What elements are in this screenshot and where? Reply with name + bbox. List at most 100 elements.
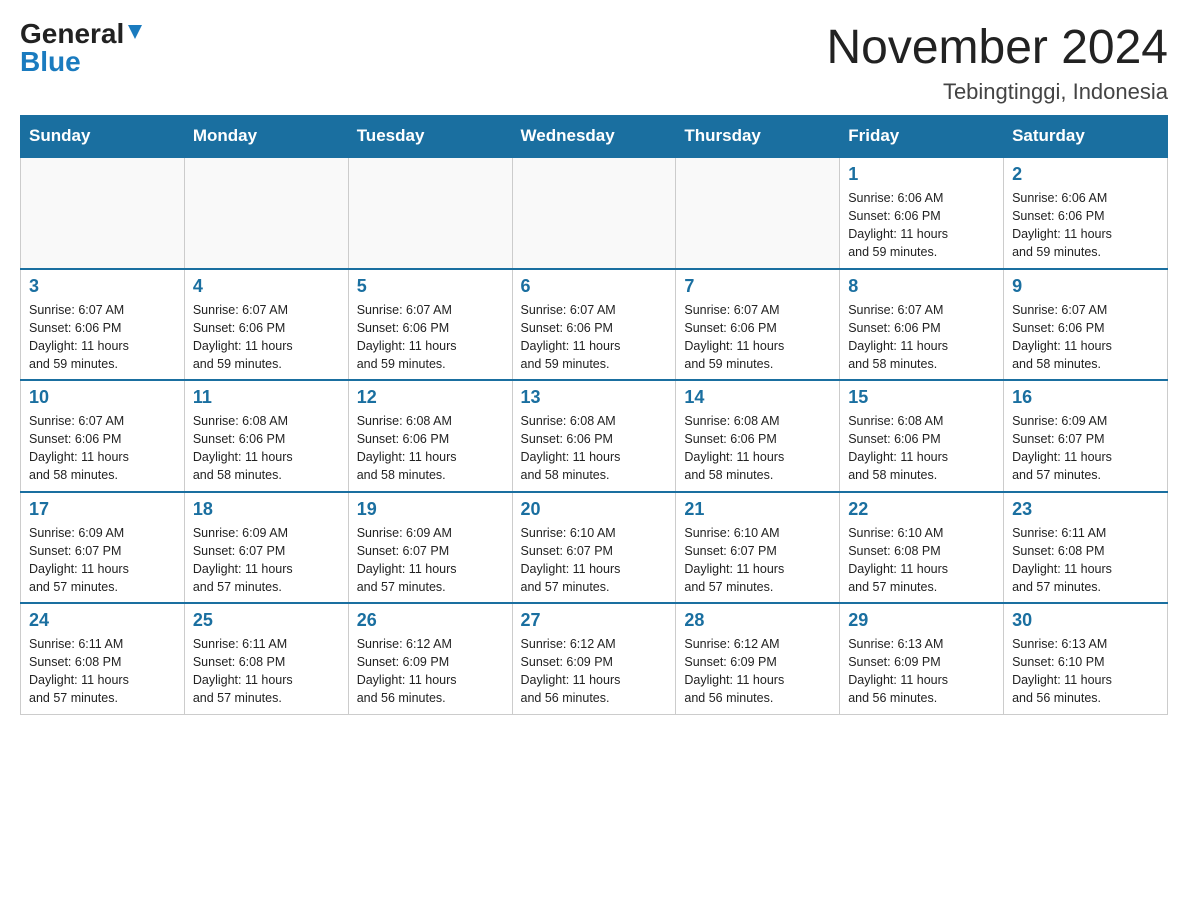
day-number: 3	[29, 276, 176, 297]
title-area: November 2024 Tebingtinggi, Indonesia	[826, 20, 1168, 105]
logo-blue-text: Blue	[20, 48, 81, 76]
day-info: Sunrise: 6:11 AM Sunset: 6:08 PM Dayligh…	[1012, 524, 1159, 597]
day-of-week-tuesday: Tuesday	[348, 116, 512, 158]
day-number: 9	[1012, 276, 1159, 297]
calendar-cell: 23Sunrise: 6:11 AM Sunset: 6:08 PM Dayli…	[1004, 492, 1168, 604]
day-info: Sunrise: 6:08 AM Sunset: 6:06 PM Dayligh…	[848, 412, 995, 485]
day-info: Sunrise: 6:08 AM Sunset: 6:06 PM Dayligh…	[193, 412, 340, 485]
day-number: 20	[521, 499, 668, 520]
calendar-cell: 9 Sunrise: 6:07 AM Sunset: 6:06 PM Daylig…	[1004, 269, 1168, 381]
day-info: Sunrise: 6:08 AM Sunset: 6:06 PM Dayligh…	[684, 412, 831, 485]
calendar-cell: 17Sunrise: 6:09 AM Sunset: 6:07 PM Dayli…	[21, 492, 185, 604]
day-number: 16	[1012, 387, 1159, 408]
day-number: 13	[521, 387, 668, 408]
calendar-cell: 1 Sunrise: 6:06 AM Sunset: 6:06 PM Daylig…	[840, 157, 1004, 269]
calendar-cell: 11 Sunrise: 6:08 AM Sunset: 6:06 PM Dayli…	[184, 380, 348, 492]
day-info: Sunrise: 6:07 AM Sunset: 6:06 PM Dayligh…	[193, 301, 340, 374]
location: Tebingtinggi, Indonesia	[826, 79, 1168, 105]
day-info: Sunrise: 6:12 AM Sunset: 6:09 PM Dayligh…	[521, 635, 668, 708]
day-number: 22	[848, 499, 995, 520]
calendar-cell: 3 Sunrise: 6:07 AM Sunset: 6:06 PM Daylig…	[21, 269, 185, 381]
day-info: Sunrise: 6:10 AM Sunset: 6:07 PM Dayligh…	[521, 524, 668, 597]
calendar-cell: 18 Sunrise: 6:09 AM Sunset: 6:07 PM Dayli…	[184, 492, 348, 604]
day-of-week-friday: Friday	[840, 116, 1004, 158]
day-number: 4	[193, 276, 340, 297]
calendar-cell: 10Sunrise: 6:07 AM Sunset: 6:06 PM Dayli…	[21, 380, 185, 492]
day-number: 1	[848, 164, 995, 185]
calendar-week-row: 17Sunrise: 6:09 AM Sunset: 6:07 PM Dayli…	[21, 492, 1168, 604]
calendar-cell: 15 Sunrise: 6:08 AM Sunset: 6:06 PM Dayli…	[840, 380, 1004, 492]
day-number: 12	[357, 387, 504, 408]
calendar-cell: 13 Sunrise: 6:08 AM Sunset: 6:06 PM Dayli…	[512, 380, 676, 492]
day-number: 7	[684, 276, 831, 297]
day-info: Sunrise: 6:13 AM Sunset: 6:09 PM Dayligh…	[848, 635, 995, 708]
day-info: Sunrise: 6:07 AM Sunset: 6:06 PM Dayligh…	[29, 301, 176, 374]
calendar-cell	[21, 157, 185, 269]
calendar-cell	[184, 157, 348, 269]
day-number: 19	[357, 499, 504, 520]
day-number: 15	[848, 387, 995, 408]
calendar-cell: 14 Sunrise: 6:08 AM Sunset: 6:06 PM Dayli…	[676, 380, 840, 492]
day-info: Sunrise: 6:06 AM Sunset: 6:06 PM Dayligh…	[848, 189, 995, 262]
logo: General Blue	[20, 20, 144, 76]
day-number: 5	[357, 276, 504, 297]
day-of-week-wednesday: Wednesday	[512, 116, 676, 158]
day-info: Sunrise: 6:07 AM Sunset: 6:06 PM Dayligh…	[521, 301, 668, 374]
day-info: Sunrise: 6:12 AM Sunset: 6:09 PM Dayligh…	[684, 635, 831, 708]
day-info: Sunrise: 6:07 AM Sunset: 6:06 PM Dayligh…	[848, 301, 995, 374]
day-info: Sunrise: 6:09 AM Sunset: 6:07 PM Dayligh…	[357, 524, 504, 597]
calendar-cell: 21 Sunrise: 6:10 AM Sunset: 6:07 PM Dayli…	[676, 492, 840, 604]
day-number: 11	[193, 387, 340, 408]
day-number: 2	[1012, 164, 1159, 185]
day-number: 18	[193, 499, 340, 520]
day-number: 27	[521, 610, 668, 631]
day-number: 25	[193, 610, 340, 631]
day-info: Sunrise: 6:07 AM Sunset: 6:06 PM Dayligh…	[1012, 301, 1159, 374]
calendar-week-row: 10Sunrise: 6:07 AM Sunset: 6:06 PM Dayli…	[21, 380, 1168, 492]
calendar-cell: 16Sunrise: 6:09 AM Sunset: 6:07 PM Dayli…	[1004, 380, 1168, 492]
day-info: Sunrise: 6:10 AM Sunset: 6:07 PM Dayligh…	[684, 524, 831, 597]
logo-triangle-icon	[126, 23, 144, 46]
day-of-week-saturday: Saturday	[1004, 116, 1168, 158]
calendar-cell: 25 Sunrise: 6:11 AM Sunset: 6:08 PM Dayli…	[184, 603, 348, 714]
calendar-week-row: 1 Sunrise: 6:06 AM Sunset: 6:06 PM Daylig…	[21, 157, 1168, 269]
day-info: Sunrise: 6:07 AM Sunset: 6:06 PM Dayligh…	[684, 301, 831, 374]
day-number: 14	[684, 387, 831, 408]
header: General Blue November 2024 Tebingtinggi,…	[20, 20, 1168, 105]
calendar-week-row: 3 Sunrise: 6:07 AM Sunset: 6:06 PM Daylig…	[21, 269, 1168, 381]
calendar-cell: 29Sunrise: 6:13 AM Sunset: 6:09 PM Dayli…	[840, 603, 1004, 714]
day-info: Sunrise: 6:06 AM Sunset: 6:06 PM Dayligh…	[1012, 189, 1159, 262]
day-of-week-monday: Monday	[184, 116, 348, 158]
day-number: 21	[684, 499, 831, 520]
day-info: Sunrise: 6:08 AM Sunset: 6:06 PM Dayligh…	[521, 412, 668, 485]
day-info: Sunrise: 6:11 AM Sunset: 6:08 PM Dayligh…	[29, 635, 176, 708]
logo-general-text: General	[20, 20, 124, 48]
day-of-week-thursday: Thursday	[676, 116, 840, 158]
calendar-cell: 20 Sunrise: 6:10 AM Sunset: 6:07 PM Dayli…	[512, 492, 676, 604]
calendar-cell	[512, 157, 676, 269]
calendar-cell	[676, 157, 840, 269]
calendar-cell: 5Sunrise: 6:07 AM Sunset: 6:06 PM Daylig…	[348, 269, 512, 381]
calendar-cell: 30 Sunrise: 6:13 AM Sunset: 6:10 PM Dayli…	[1004, 603, 1168, 714]
day-of-week-sunday: Sunday	[21, 116, 185, 158]
day-number: 26	[357, 610, 504, 631]
day-info: Sunrise: 6:10 AM Sunset: 6:08 PM Dayligh…	[848, 524, 995, 597]
month-title: November 2024	[826, 20, 1168, 75]
day-number: 10	[29, 387, 176, 408]
day-info: Sunrise: 6:08 AM Sunset: 6:06 PM Dayligh…	[357, 412, 504, 485]
calendar: SundayMondayTuesdayWednesdayThursdayFrid…	[20, 115, 1168, 715]
day-number: 6	[521, 276, 668, 297]
calendar-cell: 28Sunrise: 6:12 AM Sunset: 6:09 PM Dayli…	[676, 603, 840, 714]
day-info: Sunrise: 6:11 AM Sunset: 6:08 PM Dayligh…	[193, 635, 340, 708]
calendar-cell: 4 Sunrise: 6:07 AM Sunset: 6:06 PM Daylig…	[184, 269, 348, 381]
calendar-header-row: SundayMondayTuesdayWednesdayThursdayFrid…	[21, 116, 1168, 158]
day-number: 8	[848, 276, 995, 297]
calendar-cell: 22 Sunrise: 6:10 AM Sunset: 6:08 PM Dayli…	[840, 492, 1004, 604]
day-info: Sunrise: 6:09 AM Sunset: 6:07 PM Dayligh…	[193, 524, 340, 597]
calendar-cell: 27 Sunrise: 6:12 AM Sunset: 6:09 PM Dayli…	[512, 603, 676, 714]
day-number: 24	[29, 610, 176, 631]
calendar-cell: 7 Sunrise: 6:07 AM Sunset: 6:06 PM Daylig…	[676, 269, 840, 381]
day-info: Sunrise: 6:13 AM Sunset: 6:10 PM Dayligh…	[1012, 635, 1159, 708]
day-number: 30	[1012, 610, 1159, 631]
calendar-cell: 19 Sunrise: 6:09 AM Sunset: 6:07 PM Dayli…	[348, 492, 512, 604]
